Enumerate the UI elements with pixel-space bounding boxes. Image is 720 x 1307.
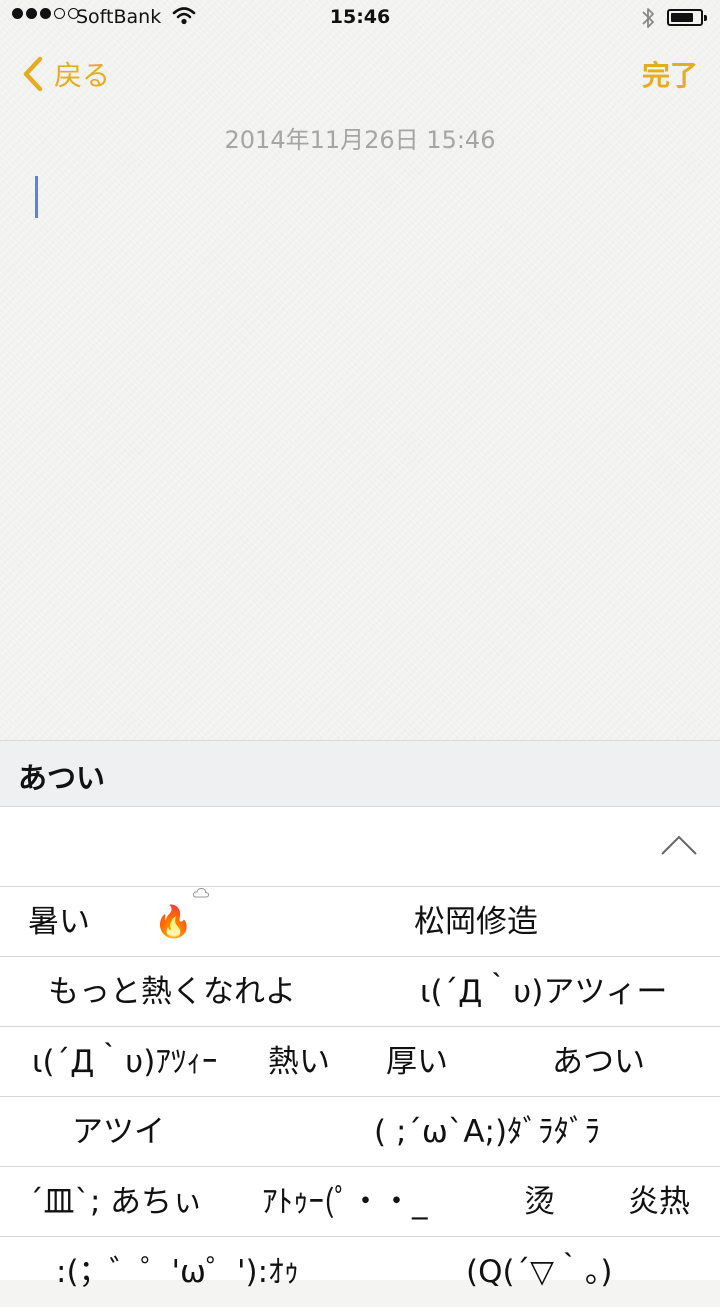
candidate-list: 暑い 🔥 松岡修造 もっと熱くなれよ ι(´Д｀υ)アツィー ι(´Д｀υ)ｱﾂ… — [0, 887, 720, 1290]
fire-emoji-candidate[interactable]: 🔥 — [154, 887, 193, 956]
done-button-label: 完了 — [641, 59, 698, 92]
bluetooth-icon — [640, 5, 656, 36]
candidate-item[interactable]: 炎热 — [628, 1167, 690, 1236]
status-bar: SoftBank 15:46 — [0, 0, 720, 38]
candidate-item[interactable]: ι(´Д｀υ)アツィー — [420, 957, 667, 1026]
candidate-row: :(；゛゜'ω゜'):ｵｩ (Q(´▽｀。) — [0, 1237, 720, 1307]
chevron-left-icon — [23, 56, 43, 92]
candidate-item[interactable]: アツイ — [72, 1097, 165, 1166]
chevron-up-icon[interactable] — [660, 833, 698, 857]
note-date: 2014年11月26日 15:46 — [224, 126, 496, 154]
candidate-row: ι(´Д｀υ)ｱﾂｨｰ 熱い 厚い あつい — [0, 1027, 720, 1097]
candidate-item[interactable]: :(；゛゜'ω゜'):ｵｩ — [56, 1237, 299, 1306]
candidate-item[interactable]: ｱﾄｩｰ(ﾟ・・_ — [262, 1167, 427, 1236]
candidate-item[interactable]: (Q(´▽｀。) — [466, 1237, 613, 1306]
candidate-item[interactable]: 暑い — [28, 887, 90, 956]
candidate-row: ´皿`; あちぃ ｱﾄｩｰ(ﾟ・・_ 烫 炎热 — [0, 1167, 720, 1237]
back-button-label: 戻る — [54, 59, 111, 92]
candidate-row: 暑い 🔥 松岡修造 — [0, 887, 720, 957]
candidate-row: もっと熱くなれよ ι(´Д｀υ)アツィー — [0, 957, 720, 1027]
composing-bar: あつい — [0, 740, 720, 807]
candidate-item[interactable]: あつい — [552, 1027, 645, 1096]
battery-nub — [704, 15, 707, 21]
note-paper-background — [0, 0, 720, 740]
candidate-item[interactable]: ι(´Д｀υ)ｱﾂｨｰ — [32, 1027, 217, 1096]
candidate-item[interactable]: ´皿`; — [28, 1167, 100, 1236]
candidate-item[interactable]: あちぃ — [110, 1167, 203, 1236]
composing-text: あつい — [18, 761, 106, 795]
candidate-item[interactable]: ( ;´ω`A;)ﾀﾞﾗﾀﾞﾗ — [374, 1097, 600, 1166]
text-cursor[interactable] — [35, 176, 38, 218]
back-button[interactable]: 戻る — [22, 52, 110, 96]
candidate-row: アツイ ( ;´ω`A;)ﾀﾞﾗﾀﾞﾗ — [0, 1097, 720, 1167]
candidate-item[interactable]: 厚い — [386, 1027, 448, 1096]
candidate-item[interactable]: 熱い — [268, 1027, 330, 1096]
candidate-header — [0, 807, 720, 887]
battery-level — [671, 13, 693, 22]
candidate-item[interactable]: 松岡修造 — [414, 887, 538, 956]
candidate-item[interactable]: 烫 — [524, 1167, 555, 1236]
candidate-item[interactable]: もっと熱くなれよ — [48, 957, 296, 1026]
battery-icon — [667, 9, 707, 26]
status-time: 15:46 — [329, 6, 391, 28]
done-button[interactable]: 完了 — [642, 52, 698, 96]
